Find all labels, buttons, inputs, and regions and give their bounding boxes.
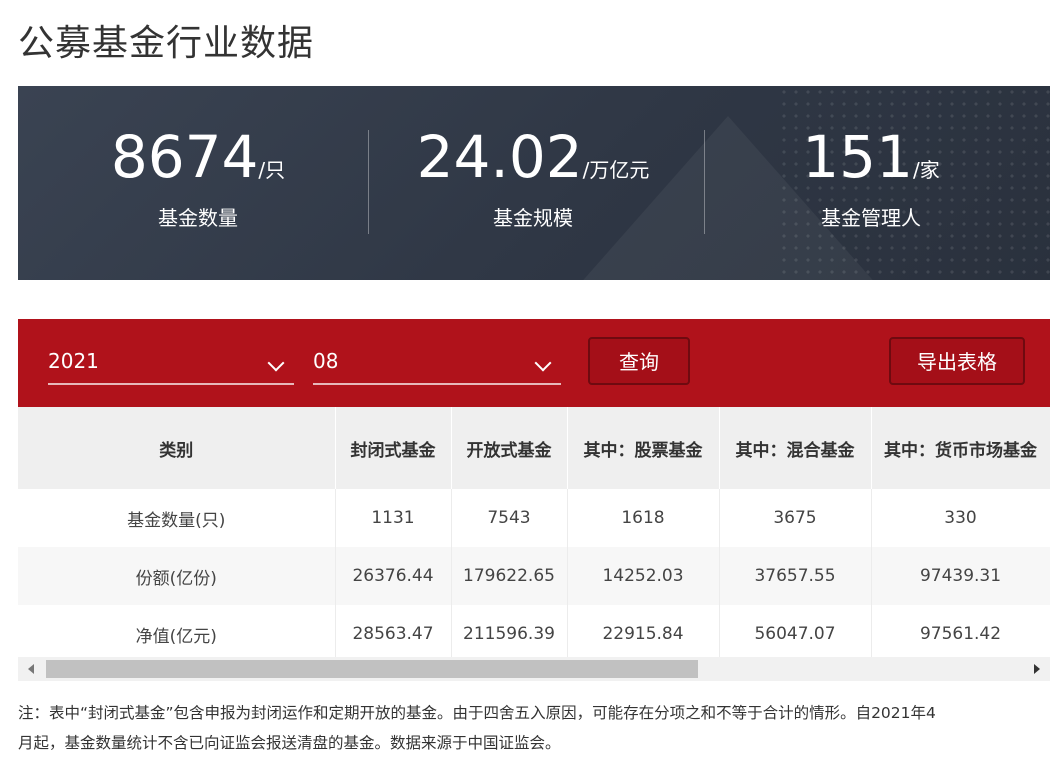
export-table-button[interactable]: 导出表格 xyxy=(889,337,1025,385)
stat-value: 8674 xyxy=(110,123,259,191)
stat-fund-size: 24.02/万亿元 基金规模 xyxy=(368,126,698,231)
table-cell: 330 xyxy=(871,489,1050,547)
table-cell: 56047.07 xyxy=(719,605,872,657)
stat-unit: /家 xyxy=(912,158,940,182)
stat-fund-count: 8674/只 基金数量 xyxy=(33,126,363,231)
table-cell: 37657.55 xyxy=(719,547,872,605)
table-cell: 1618 xyxy=(567,489,720,547)
chevron-down-icon xyxy=(267,354,285,372)
table-cell: 净值(亿元) xyxy=(18,605,336,657)
month-value: 08 xyxy=(313,349,339,373)
column-header: 开放式基金 xyxy=(451,407,568,489)
table-row: 份额(亿份) 26376.44 179622.65 14252.03 37657… xyxy=(18,547,1050,605)
table-cell: 3675 xyxy=(719,489,872,547)
table-cell: 14252.03 xyxy=(567,547,720,605)
stat-unit: /万亿元 xyxy=(582,158,650,182)
chevron-down-icon xyxy=(534,354,552,372)
filter-bar: 2021 08 查询 导出表格 xyxy=(18,319,1050,407)
column-header: 其中：股票基金 xyxy=(567,407,720,489)
table-cell: 22915.84 xyxy=(567,605,720,657)
column-header: 类别 xyxy=(18,407,336,489)
table-cell: 基金数量(只) xyxy=(18,489,336,547)
stat-label: 基金规模 xyxy=(493,206,573,230)
year-select[interactable]: 2021 xyxy=(48,345,294,385)
page-title: 公募基金行业数据 xyxy=(18,23,315,64)
horizontal-scrollbar[interactable] xyxy=(18,657,1050,681)
stat-value: 151 xyxy=(802,123,913,191)
footnote-line: 月起，基金数量统计不含已向证监会报送清盘的基金。数据来源于中国证监会。 xyxy=(18,734,561,752)
column-header: 封闭式基金 xyxy=(335,407,452,489)
table-cell: 179622.65 xyxy=(451,547,568,605)
data-table: 类别 封闭式基金 开放式基金 其中：股票基金 其中：混合基金 其中：货币市场基金… xyxy=(18,407,1050,657)
stat-label: 基金数量 xyxy=(158,206,238,230)
stat-value: 24.02 xyxy=(416,123,583,191)
table-cell: 1131 xyxy=(335,489,452,547)
stat-unit: /只 xyxy=(258,158,286,182)
scroll-left-icon[interactable] xyxy=(28,664,34,674)
column-header: 其中：混合基金 xyxy=(719,407,872,489)
data-table-container: 类别 封闭式基金 开放式基金 其中：股票基金 其中：混合基金 其中：货币市场基金… xyxy=(18,407,1050,657)
stat-label: 基金管理人 xyxy=(821,206,921,230)
footnote-line: 注：表中“封闭式基金”包含申报为封闭运作和定期开放的基金。由于四舍五入原因，可能… xyxy=(18,704,936,722)
table-row: 基金数量(只) 1131 7543 1618 3675 330 xyxy=(18,489,1050,547)
table-row: 净值(亿元) 28563.47 211596.39 22915.84 56047… xyxy=(18,605,1050,657)
month-select[interactable]: 08 xyxy=(313,345,561,385)
year-value: 2021 xyxy=(48,349,99,373)
table-cell: 26376.44 xyxy=(335,547,452,605)
table-cell: 97439.31 xyxy=(871,547,1050,605)
column-header: 其中：货币市场基金 xyxy=(871,407,1050,489)
table-cell: 28563.47 xyxy=(335,605,452,657)
query-button[interactable]: 查询 xyxy=(588,337,690,385)
stats-banner: 8674/只 基金数量 24.02/万亿元 基金规模 151/家 基金管理人 xyxy=(18,86,1050,280)
footnote: 注：表中“封闭式基金”包含申报为封闭运作和定期开放的基金。由于四舍五入原因，可能… xyxy=(18,698,1048,758)
scroll-right-icon[interactable] xyxy=(1034,664,1040,674)
table-header-row: 类别 封闭式基金 开放式基金 其中：股票基金 其中：混合基金 其中：货币市场基金 xyxy=(18,407,1050,489)
table-cell: 份额(亿份) xyxy=(18,547,336,605)
scrollbar-thumb[interactable] xyxy=(46,660,698,678)
table-cell: 7543 xyxy=(451,489,568,547)
table-cell: 211596.39 xyxy=(451,605,568,657)
divider xyxy=(704,130,705,234)
table-cell: 97561.42 xyxy=(871,605,1050,657)
stat-fund-managers: 151/家 基金管理人 xyxy=(706,126,1036,231)
